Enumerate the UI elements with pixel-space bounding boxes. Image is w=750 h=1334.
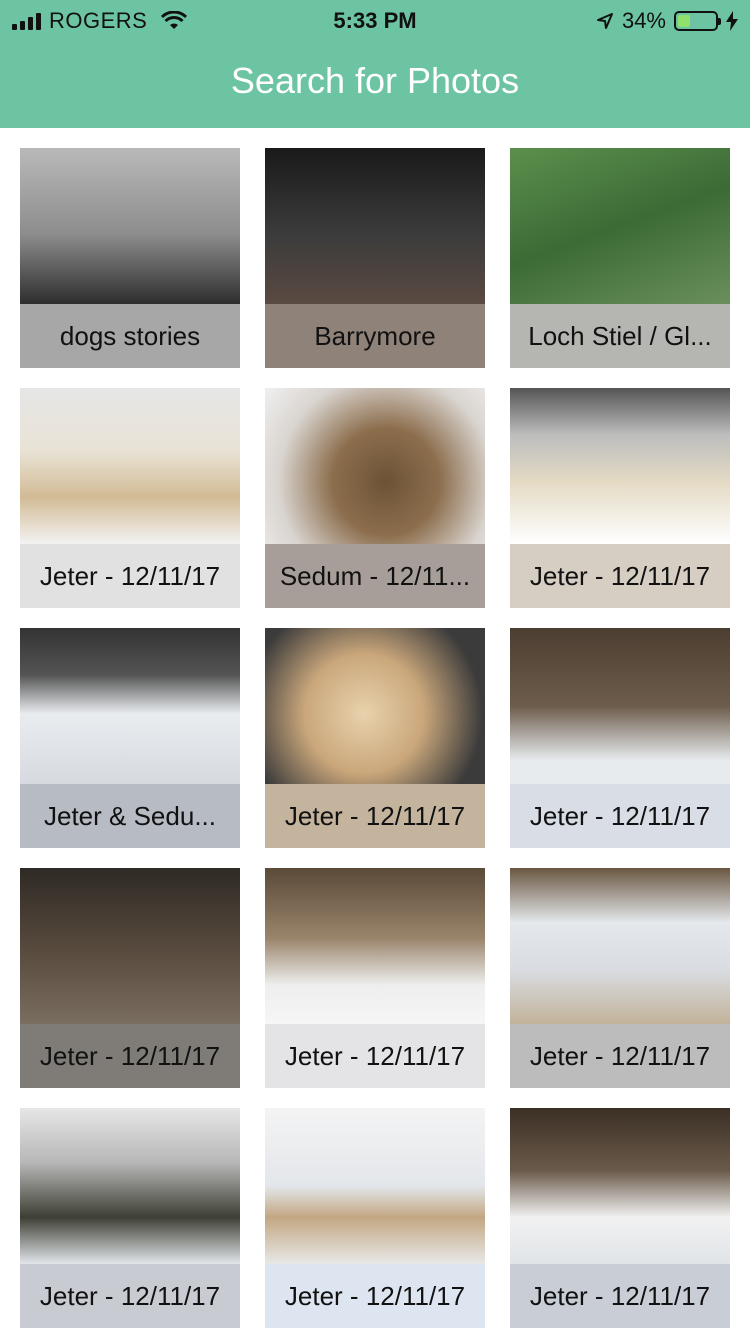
photo-tile[interactable]: Jeter - 12/11/17 <box>510 388 730 608</box>
photo-tile[interactable]: Jeter - 12/11/17 <box>510 868 730 1088</box>
photo-label: Jeter - 12/11/17 <box>20 1264 240 1328</box>
photo-label: Jeter - 12/11/17 <box>510 1024 730 1088</box>
photo-thumbnail <box>265 148 485 304</box>
photo-label: Jeter - 12/11/17 <box>510 784 730 848</box>
photo-thumbnail <box>265 628 485 784</box>
photo-thumbnail <box>510 388 730 544</box>
location-arrow-icon <box>596 13 613 29</box>
status-bar: ROGERS 5:33 PM 34% <box>0 0 750 40</box>
charging-bolt-icon <box>726 11 738 31</box>
photo-tile[interactable]: Jeter - 12/11/17 <box>510 628 730 848</box>
photo-label: dogs stories <box>20 304 240 368</box>
photo-label: Jeter - 12/11/17 <box>510 544 730 608</box>
app-header: ROGERS 5:33 PM 34% Search for Photos <box>0 0 750 128</box>
photo-thumbnail <box>20 1108 240 1264</box>
photo-label: Jeter - 12/11/17 <box>20 1024 240 1088</box>
photo-thumbnail <box>265 1108 485 1264</box>
photo-thumbnail <box>510 868 730 1024</box>
battery-percent: 34% <box>621 8 666 33</box>
photo-label: Barrymore <box>265 304 485 368</box>
photo-tile[interactable]: Barrymore <box>265 148 485 368</box>
page-title: Search for Photos <box>230 60 520 101</box>
photo-label: Jeter - 12/11/17 <box>265 1024 485 1088</box>
photo-tile[interactable]: Jeter - 12/11/17 <box>265 1108 485 1328</box>
photo-thumbnail <box>510 628 730 784</box>
photo-label: Jeter - 12/11/17 <box>510 1264 730 1328</box>
photo-tile[interactable]: Jeter - 12/11/17 <box>20 1108 240 1328</box>
photo-thumbnail <box>265 388 485 544</box>
photo-tile[interactable]: Jeter & Sedu... <box>20 628 240 848</box>
photo-tile[interactable]: Jeter - 12/11/17 <box>20 388 240 608</box>
photo-label: Jeter & Sedu... <box>20 784 240 848</box>
photo-tile[interactable]: dogs stories <box>20 148 240 368</box>
photo-thumbnail <box>20 868 240 1024</box>
photo-thumbnail <box>510 1108 730 1264</box>
photo-label: Jeter - 12/11/17 <box>265 784 485 848</box>
photo-label: Jeter - 12/11/17 <box>20 544 240 608</box>
photo-tile[interactable]: Jeter - 12/11/17 <box>20 868 240 1088</box>
photo-tile[interactable]: Jeter - 12/11/17 <box>510 1108 730 1328</box>
battery-icon <box>674 11 721 31</box>
photo-label: Sedum - 12/11... <box>265 544 485 608</box>
photo-thumbnail <box>265 868 485 1024</box>
photo-thumbnail <box>510 148 730 304</box>
photo-label: Jeter - 12/11/17 <box>265 1264 485 1328</box>
photo-thumbnail <box>20 148 240 304</box>
photo-thumbnail <box>20 628 240 784</box>
photo-thumbnail <box>20 388 240 544</box>
photo-tile[interactable]: Jeter - 12/11/17 <box>265 628 485 848</box>
photo-tile[interactable]: Loch Stiel / Gl... <box>510 148 730 368</box>
photo-tile[interactable]: Jeter - 12/11/17 <box>265 868 485 1088</box>
photo-tile[interactable]: Sedum - 12/11... <box>265 388 485 608</box>
photo-label: Loch Stiel / Gl... <box>510 304 730 368</box>
